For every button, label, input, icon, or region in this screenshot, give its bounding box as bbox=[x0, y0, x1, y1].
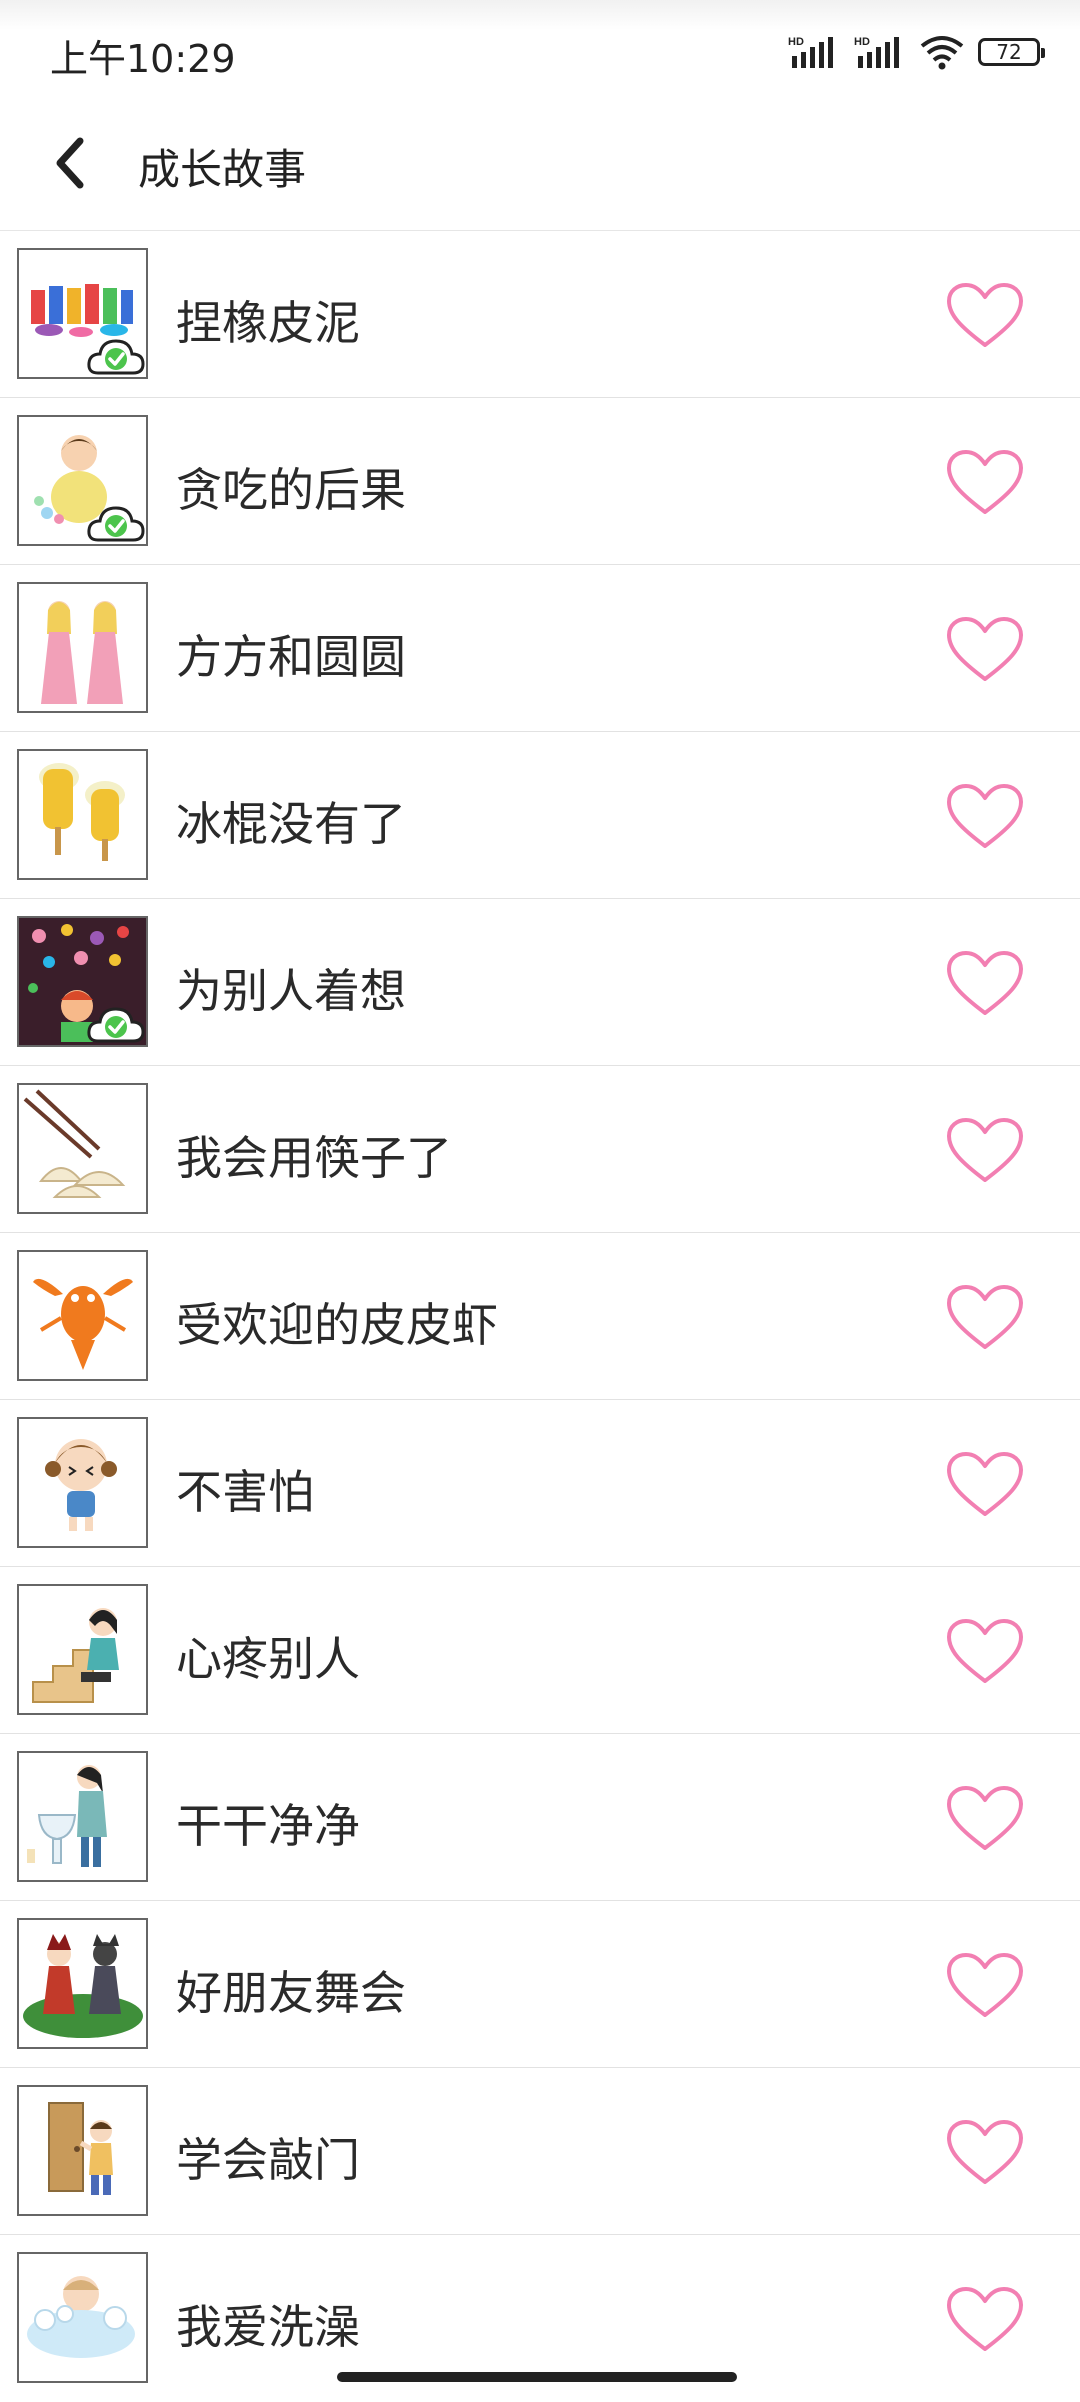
story-row[interactable]: 好朋友舞会 bbox=[0, 1901, 1080, 2068]
story-thumbnail bbox=[17, 1417, 148, 1548]
heart-icon[interactable] bbox=[945, 1784, 1025, 1854]
story-title: 干干净净 bbox=[176, 1799, 360, 1853]
heart-icon[interactable] bbox=[945, 1951, 1025, 2021]
shrimp-illustration bbox=[33, 1278, 133, 1370]
story-row[interactable]: 为别人着想 bbox=[0, 899, 1080, 1066]
svg-text:HD: HD bbox=[788, 36, 804, 48]
girl-on-stairs-illustration bbox=[32, 1608, 119, 1703]
story-thumbnail bbox=[17, 916, 148, 1047]
battery-icon: 72 bbox=[978, 38, 1045, 66]
story-thumbnail bbox=[17, 1083, 148, 1214]
heart-icon[interactable] bbox=[945, 1116, 1025, 1186]
story-thumbnail bbox=[17, 582, 148, 713]
wifi-icon bbox=[920, 36, 964, 70]
cloud-synced-icon bbox=[87, 339, 145, 375]
heart-icon[interactable] bbox=[945, 615, 1025, 685]
story-row[interactable]: 学会敲门 bbox=[0, 2068, 1080, 2235]
story-title: 心疼别人 bbox=[176, 1632, 360, 1686]
story-row[interactable]: 贪吃的后果 bbox=[0, 398, 1080, 565]
heart-icon[interactable] bbox=[945, 949, 1025, 1019]
heart-icon[interactable] bbox=[945, 1617, 1025, 1687]
story-row[interactable]: 捏橡皮泥 bbox=[0, 231, 1080, 398]
home-indicator[interactable] bbox=[337, 2372, 737, 2382]
status-time: 上午10:29 bbox=[50, 37, 236, 81]
chopsticks-dumpling-illustration bbox=[23, 1089, 126, 1198]
story-thumbnail bbox=[17, 2252, 148, 2383]
cloud-synced-icon bbox=[87, 1007, 145, 1043]
story-title: 冰棍没有了 bbox=[176, 797, 406, 851]
costume-party-illustration bbox=[23, 1934, 143, 2038]
knocking-door-illustration bbox=[48, 2102, 113, 2195]
story-row[interactable]: 不害怕 bbox=[0, 1400, 1080, 1567]
story-thumbnail bbox=[17, 415, 148, 546]
story-row[interactable]: 我会用筷子了 bbox=[0, 1066, 1080, 1233]
chevron-left-icon bbox=[56, 137, 84, 189]
story-thumbnail bbox=[17, 1584, 148, 1715]
story-row[interactable]: 干干净净 bbox=[0, 1734, 1080, 1901]
story-thumbnail bbox=[17, 248, 148, 379]
back-button[interactable] bbox=[40, 128, 100, 198]
heart-icon[interactable] bbox=[945, 1283, 1025, 1353]
svg-text:HD: HD bbox=[854, 36, 870, 48]
story-row[interactable]: 心疼别人 bbox=[0, 1567, 1080, 1734]
heart-icon[interactable] bbox=[945, 782, 1025, 852]
story-title: 捏橡皮泥 bbox=[176, 296, 360, 350]
washing-hands-illustration bbox=[27, 1765, 107, 1867]
story-title: 我爱洗澡 bbox=[176, 2300, 360, 2354]
story-row[interactable]: 受欢迎的皮皮虾 bbox=[0, 1233, 1080, 1400]
signal-icon-2: HD bbox=[854, 36, 899, 68]
cloud-synced-icon bbox=[87, 506, 145, 542]
story-thumbnail bbox=[17, 749, 148, 880]
story-title: 受欢迎的皮皮虾 bbox=[176, 1298, 498, 1352]
story-title: 好朋友舞会 bbox=[176, 1966, 406, 2020]
app-header: 成长故事 bbox=[0, 100, 1080, 231]
story-thumbnail bbox=[17, 1250, 148, 1381]
story-row[interactable]: 冰棍没有了 bbox=[0, 732, 1080, 899]
story-thumbnail bbox=[17, 2085, 148, 2216]
story-row[interactable]: 方方和圆圆 bbox=[0, 565, 1080, 732]
story-title: 贪吃的后果 bbox=[176, 463, 406, 517]
story-title: 不害怕 bbox=[176, 1465, 314, 1519]
crying-girl-illustration bbox=[45, 1439, 117, 1531]
story-title: 方方和圆圆 bbox=[176, 630, 406, 684]
popsicle-illustration bbox=[39, 763, 125, 861]
status-icons: HD HD 72 bbox=[788, 30, 1045, 74]
heart-icon[interactable] bbox=[945, 2118, 1025, 2188]
page-title: 成长故事 bbox=[138, 145, 307, 194]
heart-icon[interactable] bbox=[945, 448, 1025, 518]
heart-icon[interactable] bbox=[945, 1450, 1025, 1520]
story-title: 为别人着想 bbox=[176, 964, 406, 1018]
heart-icon[interactable] bbox=[945, 281, 1025, 351]
story-list: 捏橡皮泥 贪吃的后果 方方和圆圆 冰棍没有了 为别人着想 我会用筷子了 受欢迎的… bbox=[0, 231, 1080, 2402]
heart-icon[interactable] bbox=[945, 2285, 1025, 2355]
story-title: 学会敲门 bbox=[176, 2133, 360, 2187]
status-bar: 上午10:29 HD HD 72 bbox=[0, 0, 1080, 100]
bath-baby-illustration bbox=[27, 2276, 135, 2358]
signal-icon: HD bbox=[788, 36, 833, 68]
two-princesses-illustration bbox=[41, 601, 123, 704]
story-thumbnail bbox=[17, 1918, 148, 2049]
story-title: 我会用筷子了 bbox=[176, 1131, 452, 1185]
story-thumbnail bbox=[17, 1751, 148, 1882]
